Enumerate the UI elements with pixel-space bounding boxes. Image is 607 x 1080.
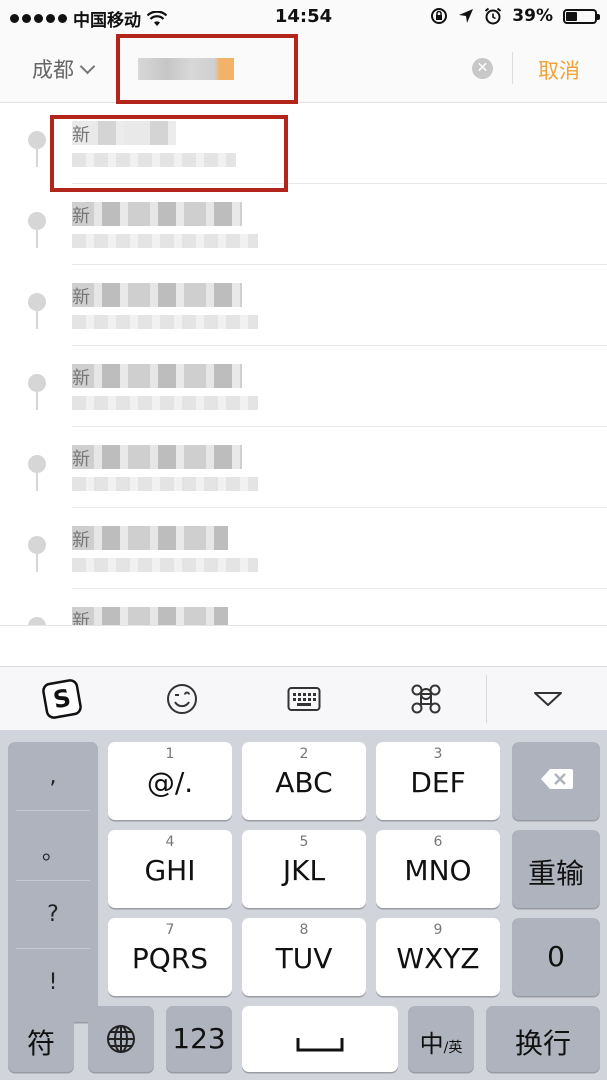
symbol-button[interactable]: 符 xyxy=(8,1006,74,1072)
enter-button[interactable]: 换行 xyxy=(486,1006,600,1072)
location-icon xyxy=(459,9,474,23)
list-item[interactable]: 新 xyxy=(0,589,607,625)
punct-key-exclaim[interactable]: ! xyxy=(8,970,98,995)
cancel-button[interactable]: 取消 xyxy=(538,55,580,85)
city-selector[interactable]: 成都 xyxy=(32,54,96,84)
key-9[interactable]: 9 WXYZ xyxy=(376,918,500,996)
result-address xyxy=(72,315,258,329)
key-3[interactable]: 3 DEF xyxy=(376,742,500,820)
space-icon xyxy=(296,1038,344,1052)
status-bar: 中国移动 14:54 39% xyxy=(0,0,607,34)
chevron-down-icon xyxy=(79,58,96,74)
key-1[interactable]: 1 @/. xyxy=(108,742,232,820)
battery-percent: 39% xyxy=(512,6,553,26)
key-7[interactable]: 7 PQRS xyxy=(108,918,232,996)
result-title: 新 xyxy=(72,206,90,224)
globe-button[interactable] xyxy=(88,1006,154,1072)
ime-toolbar: S xyxy=(0,666,607,731)
result-address xyxy=(72,477,258,491)
hide-keyboard-icon[interactable] xyxy=(528,679,568,719)
backspace-icon xyxy=(541,769,573,789)
highlight-box-result xyxy=(50,115,288,192)
list-item[interactable]: 新 xyxy=(0,184,607,265)
key-0[interactable]: 0 xyxy=(512,918,600,996)
search-header: 成都 xyxy=(0,34,607,103)
punct-key-period[interactable]: 。 xyxy=(8,834,98,866)
punct-key-comma[interactable]: , xyxy=(8,764,98,789)
result-title: 新 xyxy=(72,611,90,625)
list-item[interactable]: 新 xyxy=(0,508,607,589)
result-address xyxy=(72,558,258,572)
punctuation-column: , 。 ? ! xyxy=(8,742,98,1022)
keyboard: , 。 ? ! 1 @/. 2 ABC 3 DEF 4 GHI 5 JKL 6 MNO 重输… xyxy=(0,730,607,1080)
digits-button[interactable]: 123 xyxy=(166,1006,232,1072)
backspace-button[interactable] xyxy=(512,742,600,820)
list-item[interactable]: 新 xyxy=(0,346,607,427)
key-4[interactable]: 4 GHI xyxy=(108,830,232,908)
key-6[interactable]: 6 MNO xyxy=(376,830,500,908)
command-icon[interactable] xyxy=(406,679,446,719)
keyboard-icon[interactable] xyxy=(284,679,324,719)
clear-icon[interactable]: ✕ xyxy=(472,58,493,79)
battery-icon xyxy=(563,8,600,24)
alarm-icon xyxy=(485,7,502,25)
language-switch-button[interactable]: 中/英 xyxy=(408,1006,474,1072)
key-5[interactable]: 5 JKL xyxy=(242,830,366,908)
emoji-icon[interactable] xyxy=(162,679,202,719)
key-2[interactable]: 2 ABC xyxy=(242,742,366,820)
result-title: 新 xyxy=(72,530,90,548)
globe-icon xyxy=(107,1025,135,1053)
result-title: 新 xyxy=(72,287,90,305)
map-pin-icon xyxy=(28,212,46,252)
map-pin-icon xyxy=(28,374,46,414)
result-title: 新 xyxy=(72,368,90,386)
rotation-lock-icon xyxy=(431,8,448,24)
key-8[interactable]: 8 TUV xyxy=(242,918,366,996)
space-bar[interactable]: ␣ xyxy=(242,1006,398,1072)
map-pin-icon xyxy=(28,617,46,625)
city-label: 成都 xyxy=(32,58,74,82)
result-address xyxy=(72,234,258,248)
result-title: 新 xyxy=(72,449,90,467)
sogou-logo-icon[interactable]: S xyxy=(42,679,82,719)
map-pin-icon xyxy=(28,536,46,576)
reinput-button[interactable]: 重输 xyxy=(512,830,600,908)
map-pin-icon xyxy=(28,293,46,333)
header-divider xyxy=(512,52,513,84)
map-pin-icon xyxy=(28,131,46,171)
list-item[interactable]: 新 xyxy=(0,427,607,508)
punct-key-question[interactable]: ? xyxy=(8,902,98,927)
list-item[interactable]: 新 xyxy=(0,265,607,346)
map-pin-icon xyxy=(28,455,46,495)
highlight-box-search xyxy=(116,34,298,104)
result-address xyxy=(72,396,258,410)
